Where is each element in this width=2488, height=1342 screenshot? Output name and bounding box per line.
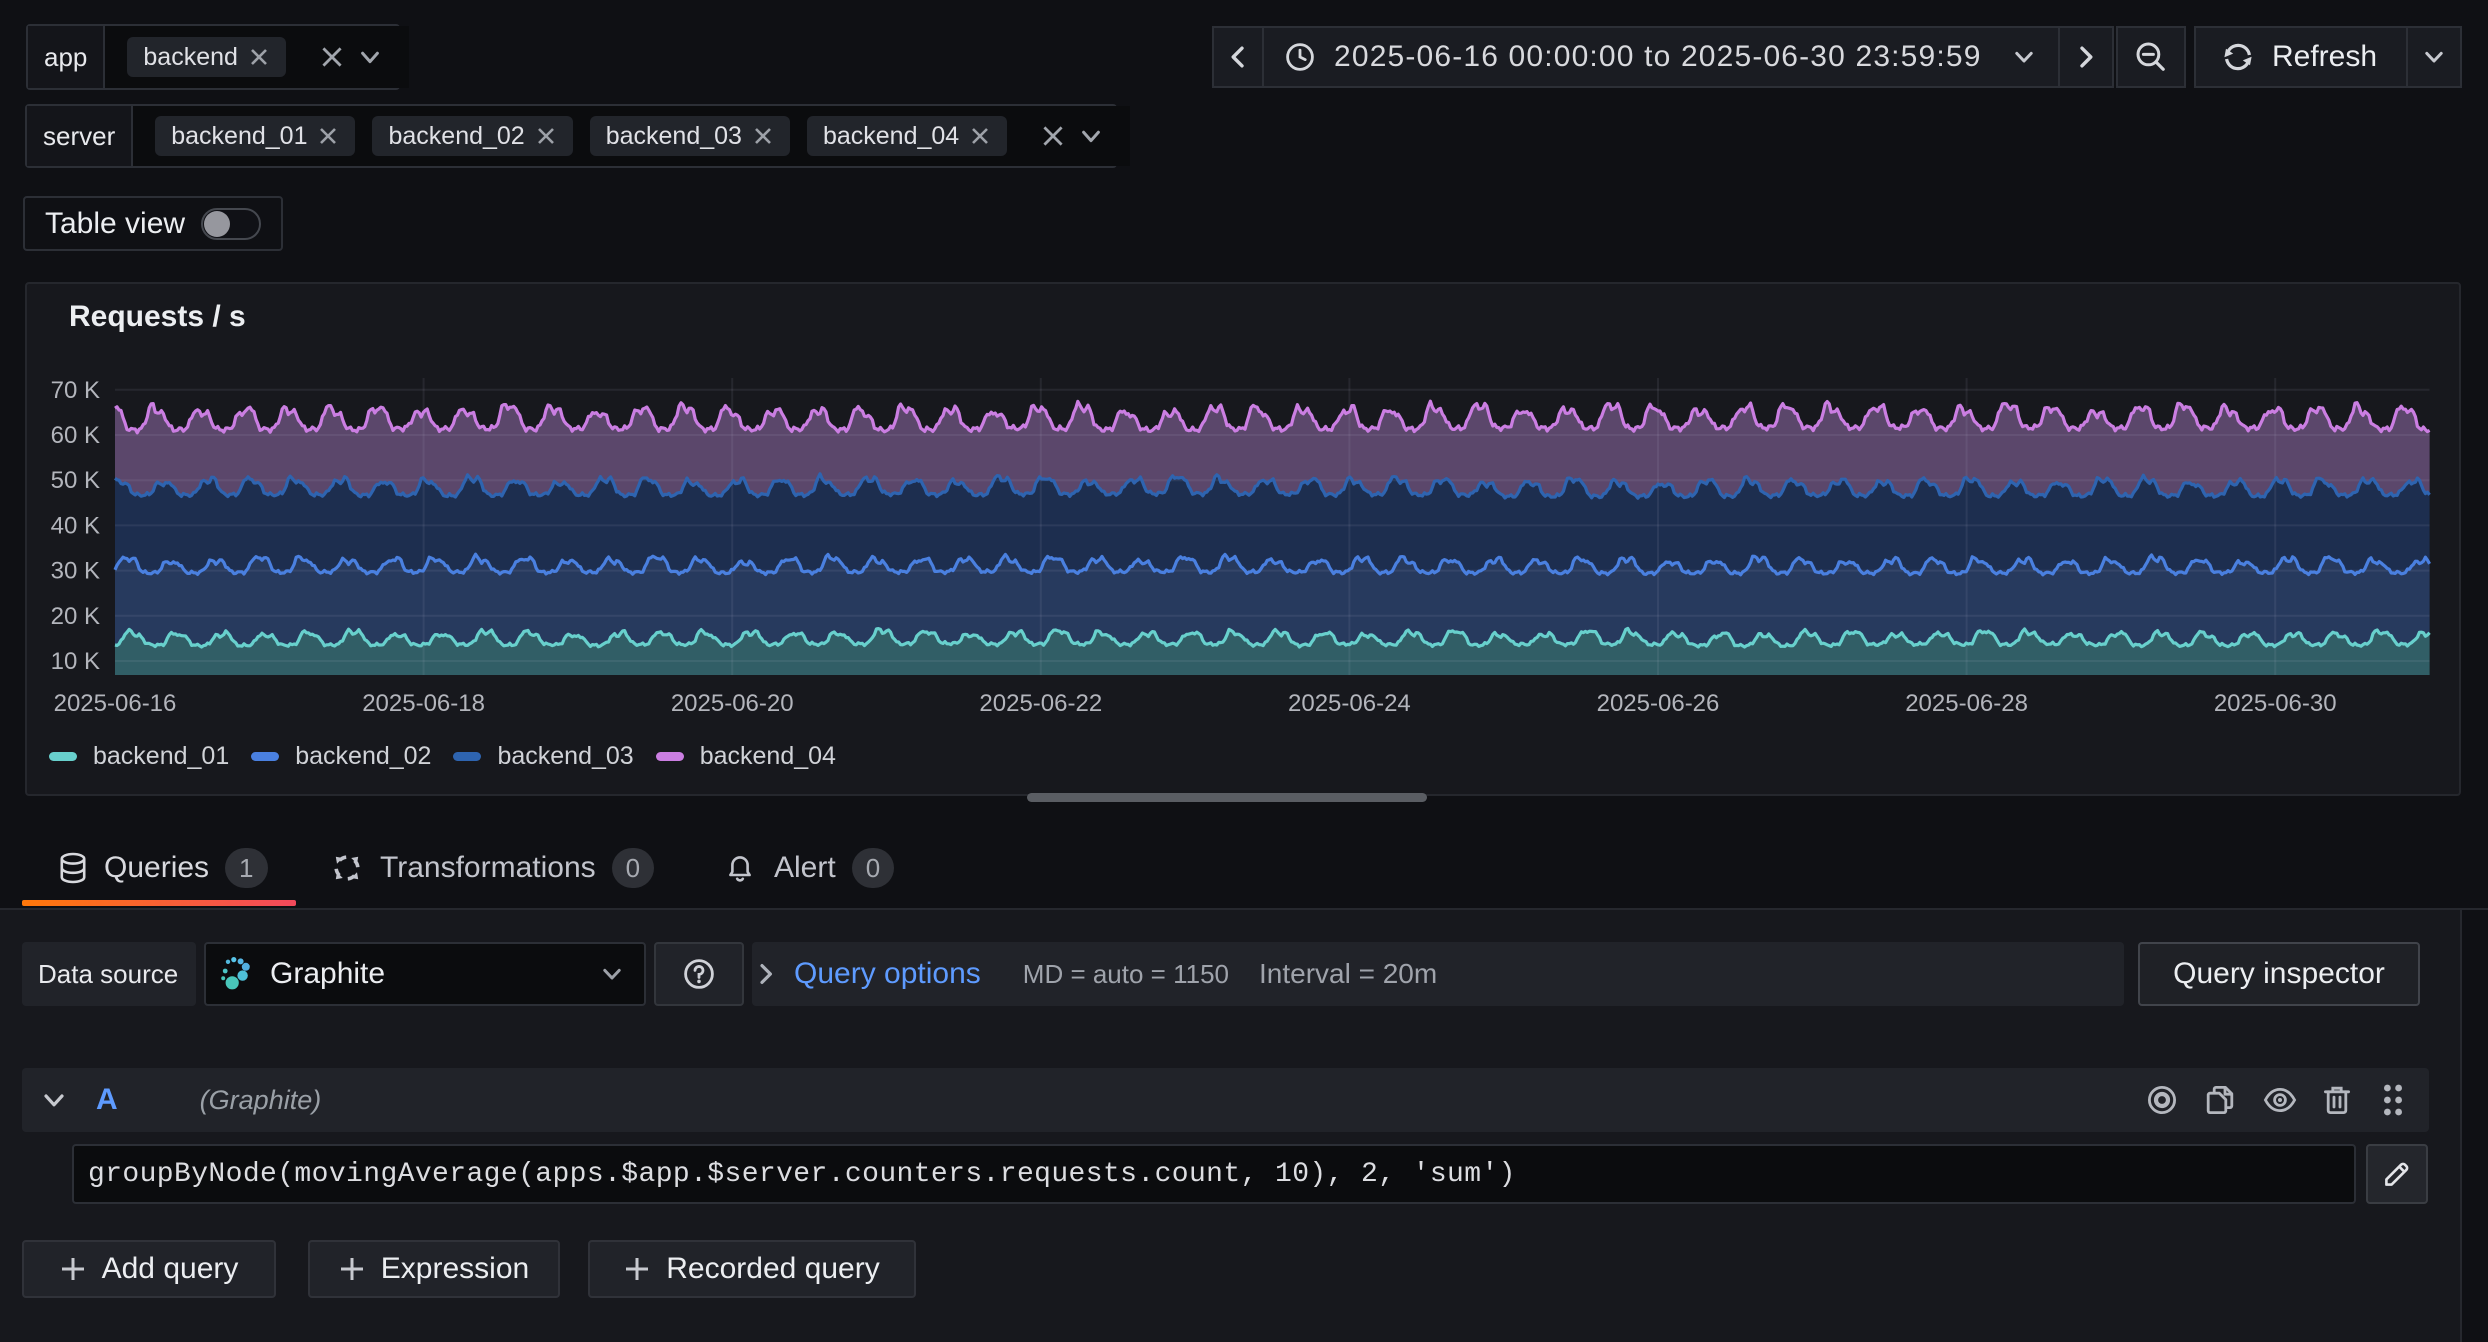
svg-text:2025-06-28: 2025-06-28	[1905, 690, 2028, 717]
svg-text:30 K: 30 K	[51, 558, 100, 585]
svg-text:2025-06-16: 2025-06-16	[54, 690, 177, 717]
svg-text:2025-06-20: 2025-06-20	[671, 690, 794, 717]
svg-text:10 K: 10 K	[51, 648, 100, 675]
svg-text:2025-06-22: 2025-06-22	[979, 690, 1102, 717]
svg-text:50 K: 50 K	[51, 467, 100, 494]
svg-text:60 K: 60 K	[51, 422, 100, 449]
svg-text:2025-06-26: 2025-06-26	[1597, 690, 1720, 717]
svg-text:2025-06-30: 2025-06-30	[2214, 690, 2337, 717]
svg-text:2025-06-18: 2025-06-18	[362, 690, 485, 717]
svg-text:40 K: 40 K	[51, 512, 100, 539]
svg-text:70 K: 70 K	[51, 377, 100, 404]
svg-text:2025-06-24: 2025-06-24	[1288, 690, 1411, 717]
svg-text:20 K: 20 K	[51, 603, 100, 630]
